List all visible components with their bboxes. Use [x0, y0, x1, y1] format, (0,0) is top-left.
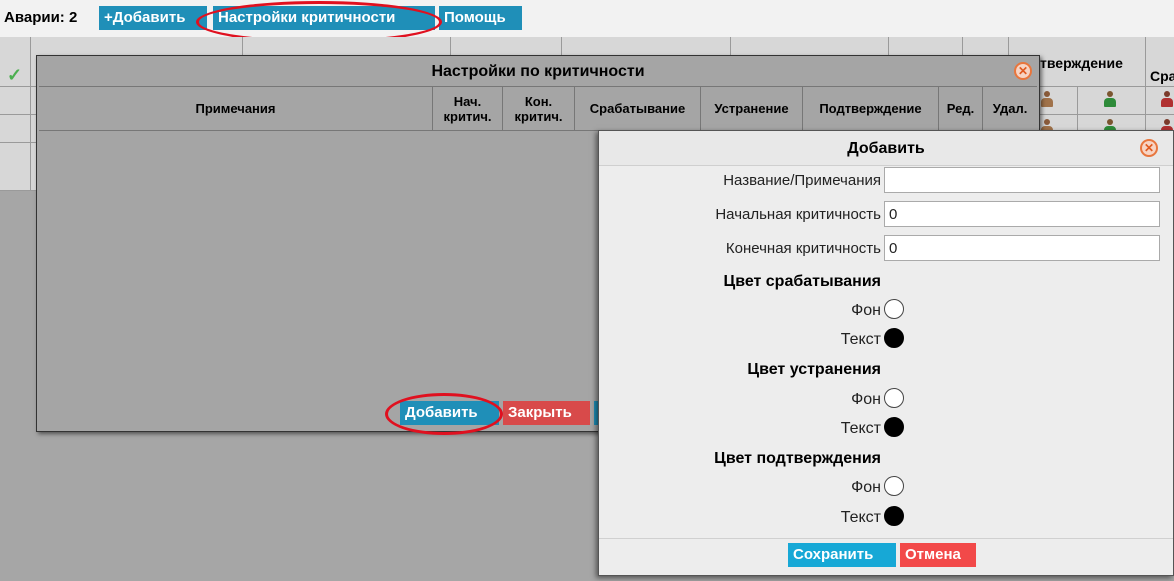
name-label: Название/Примечания: [723, 172, 881, 189]
save-button[interactable]: Сохранить: [788, 543, 896, 567]
dialog-footer-divider: [599, 538, 1173, 539]
close-icon[interactable]: ✕: [1014, 62, 1032, 80]
trigger-text-color-picker[interactable]: [884, 328, 904, 348]
criticality-dialog-header: Настройки по критичности ✕: [37, 56, 1039, 86]
start-criticality-label: Начальная критичность: [715, 206, 881, 223]
resolve-bg-color-picker[interactable]: [884, 388, 904, 408]
user-icon: [1160, 91, 1174, 109]
bg-header-confirm: тверждение: [1040, 55, 1123, 71]
criticality-add-button[interactable]: Добавить: [400, 401, 499, 425]
resolve-color-section-title: Цвет устранения: [747, 361, 881, 378]
trigger-text-label: Текст: [840, 331, 881, 348]
cancel-button[interactable]: Отмена: [900, 543, 976, 567]
resolve-text-color-picker[interactable]: [884, 417, 904, 437]
user-icon: [1040, 91, 1054, 109]
start-criticality-input[interactable]: [884, 201, 1160, 227]
end-criticality-input[interactable]: [884, 235, 1160, 261]
end-criticality-label: Конечная критичность: [725, 240, 881, 257]
column-header-end-criticality[interactable]: Кон. критич.: [503, 87, 575, 130]
column-header-edit[interactable]: Ред.: [939, 87, 983, 130]
criticality-settings-button[interactable]: Настройки критичности: [213, 6, 435, 30]
add-dialog-header: Добавить ✕: [599, 131, 1173, 166]
bg-header-cra: Сра: [1150, 68, 1174, 84]
criticality-table-header: Примечания Нач. критич. Кон. критич. Сра…: [39, 86, 1037, 131]
column-header-trigger[interactable]: Срабатывание: [575, 87, 701, 130]
close-icon[interactable]: ✕: [1140, 139, 1158, 157]
trigger-bg-label: Фон: [851, 302, 881, 319]
name-input[interactable]: [884, 167, 1160, 193]
resolve-text-label: Текст: [840, 420, 881, 437]
add-alarm-button[interactable]: +Добавить: [99, 6, 207, 30]
column-header-notes[interactable]: Примечания: [39, 87, 433, 130]
column-header-start-criticality[interactable]: Нач. критич.: [433, 87, 503, 130]
criticality-dialog-title: Настройки по критичности: [431, 63, 645, 80]
confirm-text-color-picker[interactable]: [884, 506, 904, 526]
confirm-color-section-title: Цвет подтверждения: [714, 450, 881, 467]
trigger-bg-color-picker[interactable]: [884, 299, 904, 319]
trigger-color-section-title: Цвет срабатывания: [723, 273, 882, 290]
column-header-delete[interactable]: Удал.: [983, 87, 1037, 130]
toolbar: Аварии: 2 +Добавить Настройки критичност…: [0, 0, 1174, 43]
confirm-bg-color-picker[interactable]: [884, 476, 904, 496]
criticality-close-button[interactable]: Закрыть: [503, 401, 590, 425]
add-dialog-title: Добавить: [847, 140, 925, 157]
help-button[interactable]: Помощь: [439, 6, 522, 30]
resolve-bg-label: Фон: [851, 391, 881, 408]
confirm-bg-label: Фон: [851, 479, 881, 496]
alarms-count-title: Аварии: 2: [4, 9, 78, 26]
column-header-resolve[interactable]: Устранение: [701, 87, 803, 130]
add-criticality-dialog: Добавить ✕ Название/Примечания Начальная…: [598, 130, 1174, 576]
user-group-icon: [1103, 91, 1117, 109]
confirm-text-label: Текст: [840, 509, 881, 526]
column-header-confirm[interactable]: Подтверждение: [803, 87, 939, 130]
check-icon: ✓: [7, 65, 23, 85]
